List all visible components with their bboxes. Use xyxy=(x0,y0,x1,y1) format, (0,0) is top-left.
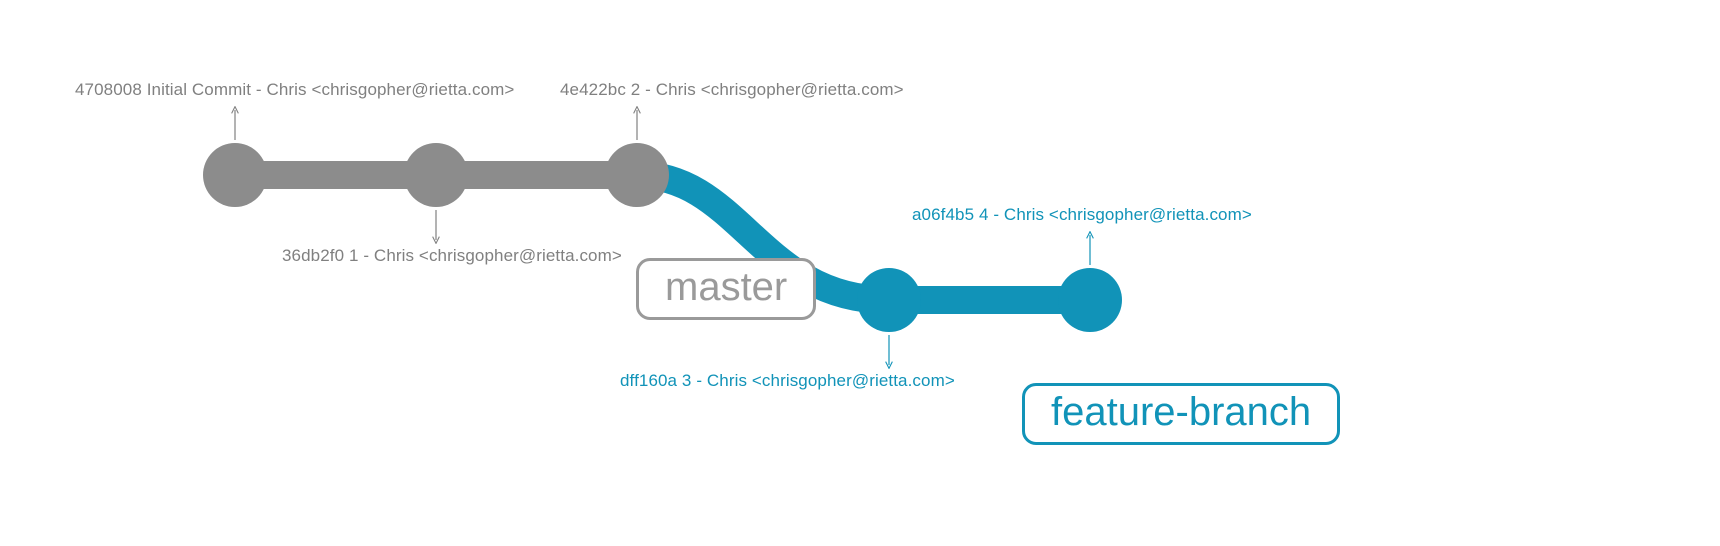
git-graph-canvas: 4708008 Initial Commit - Chris <chrisgop… xyxy=(0,0,1720,546)
commit-node-c3 xyxy=(857,268,921,332)
graph-svg xyxy=(0,0,1720,546)
commit-node-c2 xyxy=(605,143,669,207)
edge-c2-c3 xyxy=(637,175,889,300)
commit-node-c4 xyxy=(1058,268,1122,332)
commit-node-c0 xyxy=(203,143,267,207)
commit-node-c1 xyxy=(404,143,468,207)
